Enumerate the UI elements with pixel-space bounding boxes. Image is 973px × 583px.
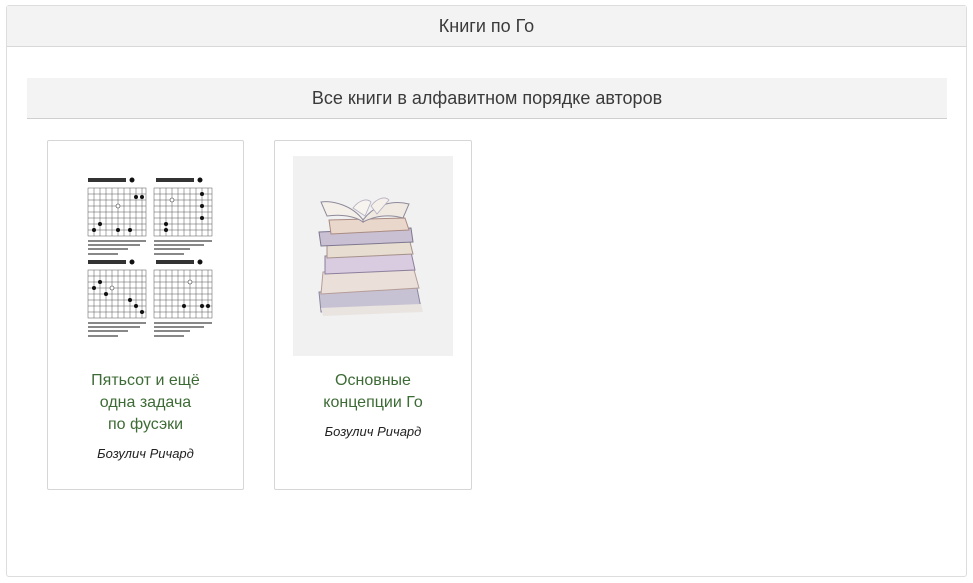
book-title-line[interactable]: Основные — [285, 370, 461, 392]
book-author: Бозулич Ричард — [97, 446, 194, 461]
book-title-line[interactable]: Пятьсот и ещё — [58, 370, 233, 392]
book-card[interactable]: Основные концепции Го Бозулич Ричард — [274, 140, 472, 490]
book-title-link[interactable]: Основные концепции Го — [285, 370, 461, 414]
book-title-link[interactable]: Пятьсот и ещё одна задача по фусэки — [58, 370, 233, 436]
book-title-line[interactable]: по фусэки — [58, 414, 233, 436]
panel-title: Книги по Го — [7, 6, 966, 47]
book-title-line[interactable]: одна задача — [58, 392, 233, 414]
book-author: Бозулич Ричард — [324, 424, 422, 439]
book-title-line[interactable]: концепции Го — [285, 392, 461, 414]
book-card[interactable]: Пятьсот и ещё одна задача по фусэки Бозу… — [47, 140, 244, 490]
book-cover-stack-of-books[interactable] — [293, 156, 453, 356]
books-panel: Книги по Го Все книги в алфавитном поряд… — [6, 5, 967, 577]
section-title: Все книги в алфавитном порядке авторов — [27, 78, 947, 119]
book-cover-go-problems[interactable] — [66, 156, 226, 356]
